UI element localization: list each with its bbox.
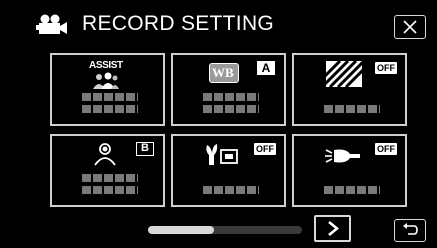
off-badge: OFF <box>375 143 397 155</box>
page-title: RECORD SETTING <box>82 12 275 35</box>
tile-label-placeholder <box>324 186 380 194</box>
return-icon <box>403 223 418 235</box>
tile-white-balance[interactable]: WB A <box>171 53 286 126</box>
scrollbar[interactable] <box>148 226 302 234</box>
wb-label: WB <box>212 65 234 80</box>
tile-label-placeholder <box>324 105 380 113</box>
video-light-icon <box>325 149 360 163</box>
next-page-button[interactable] <box>314 215 351 242</box>
off-badge: OFF <box>254 143 276 155</box>
assist-label: ASSIST <box>89 60 123 71</box>
settings-grid: ASSIST WB A OFF B OFF OFF <box>50 53 425 207</box>
return-button[interactable] <box>394 219 426 242</box>
tile-label-placeholder <box>203 186 259 194</box>
tile-assist[interactable]: ASSIST <box>50 53 165 126</box>
zebra-pattern-icon <box>326 61 362 87</box>
tile-label-placeholder <box>82 93 138 101</box>
assist-icon: ASSIST <box>82 60 137 91</box>
tile-label-placeholder <box>203 93 259 101</box>
tile-label-placeholder <box>82 186 138 194</box>
backlight-person-icon <box>94 143 116 166</box>
mode-badge: A <box>257 61 275 75</box>
off-badge: OFF <box>375 62 397 74</box>
tele-macro-icon <box>206 144 238 165</box>
tile-backlight[interactable]: B <box>50 134 165 207</box>
tile-label-placeholder <box>203 105 259 113</box>
close-icon <box>403 20 417 34</box>
header-bar: RECORD SETTING <box>0 0 437 45</box>
tile-tele-macro[interactable]: OFF <box>171 134 286 207</box>
close-button[interactable] <box>394 15 426 39</box>
tile-label-placeholder <box>82 105 138 113</box>
chevron-right-icon <box>328 221 339 236</box>
wb-icon: WB <box>209 63 239 83</box>
tile-light[interactable]: OFF <box>292 134 407 207</box>
movie-camera-icon <box>36 14 68 39</box>
tile-label-placeholder <box>82 174 138 182</box>
scrollbar-thumb[interactable] <box>148 226 214 234</box>
tile-zebra[interactable]: OFF <box>292 53 407 126</box>
mode-badge: B <box>136 142 154 156</box>
